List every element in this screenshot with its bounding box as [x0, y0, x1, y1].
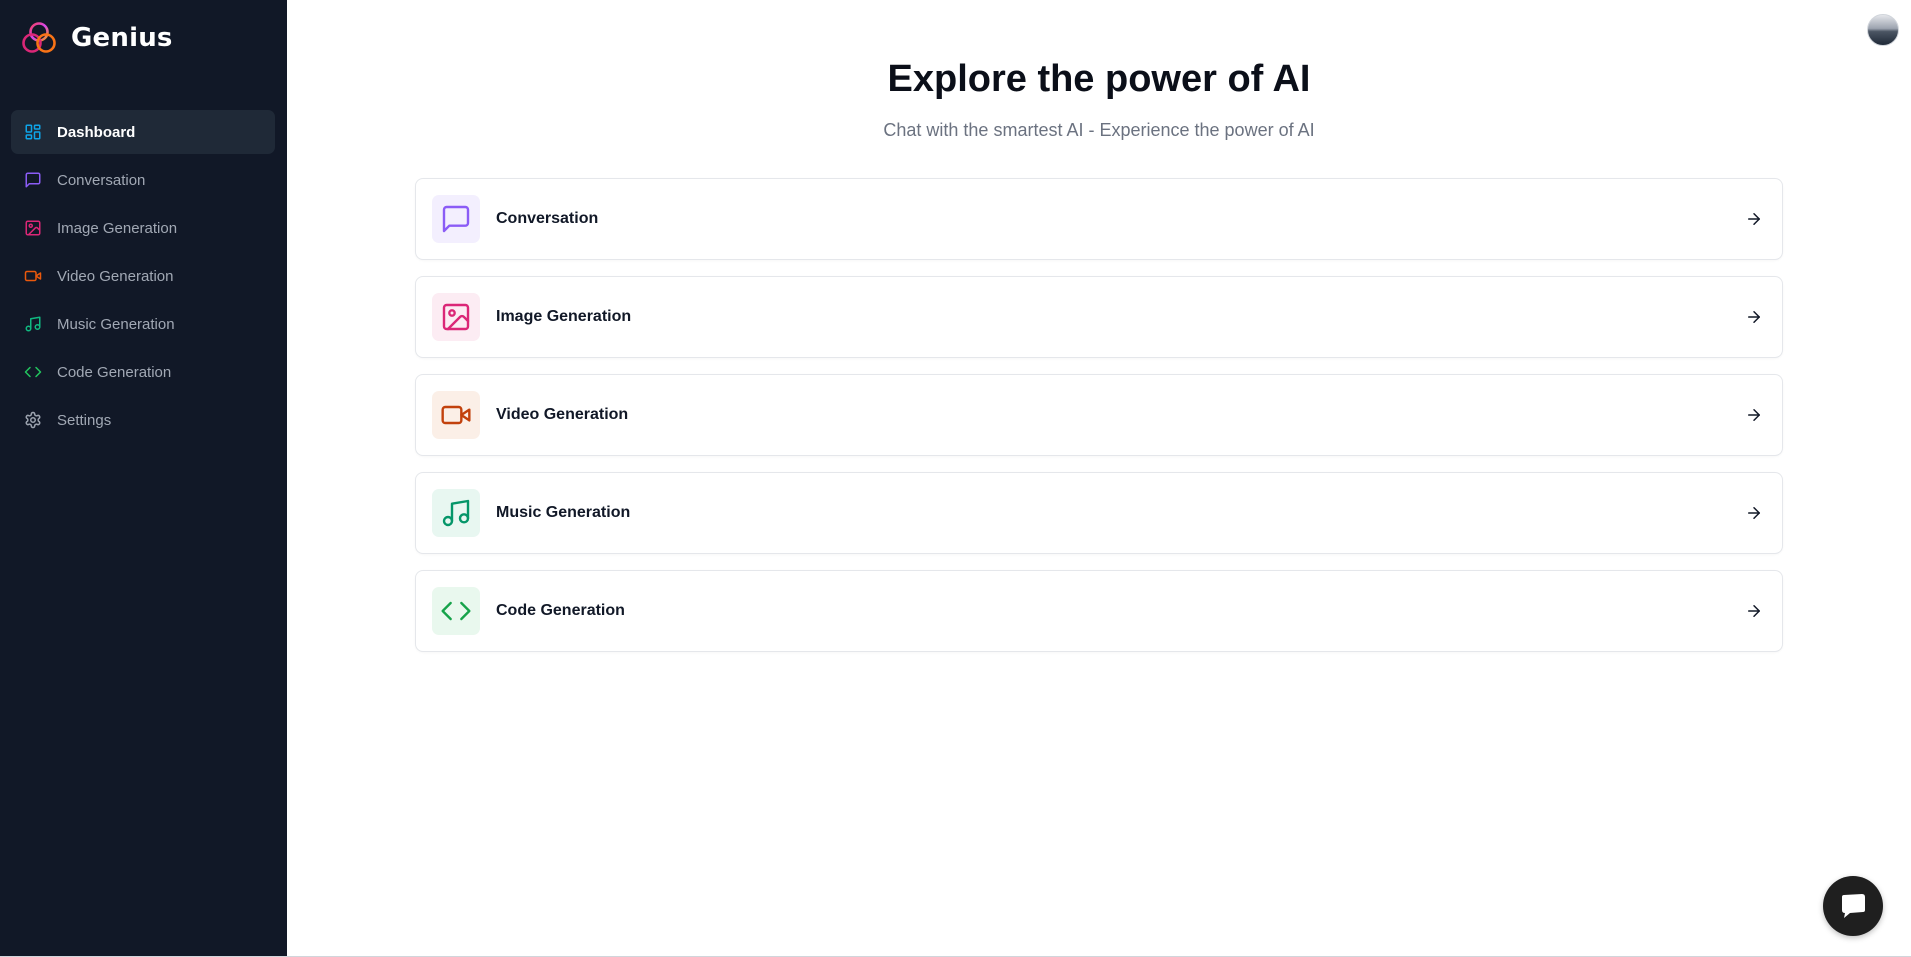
tool-icon-box — [432, 489, 480, 537]
sidebar-item-image-generation[interactable]: Image Generation — [11, 206, 275, 250]
main-content: Explore the power of AI Chat with the sm… — [287, 0, 1911, 957]
tool-card-image-generation[interactable]: Image Generation — [415, 276, 1783, 358]
arrow-right-icon — [1744, 601, 1764, 621]
genius-logo-icon — [22, 22, 56, 53]
sidebar-item-label: Image Generation — [57, 219, 178, 237]
arrow-right-icon — [1744, 307, 1764, 327]
arrow-right-icon — [1744, 503, 1764, 523]
tool-icon-box — [432, 195, 480, 243]
tool-label: Code Generation — [496, 602, 625, 619]
brand-name: Genius — [71, 23, 173, 53]
tool-icon-box — [432, 587, 480, 635]
tool-label: Conversation — [496, 210, 599, 227]
sidebar-item-settings[interactable]: Settings — [11, 398, 275, 442]
tool-label: Music Generation — [496, 504, 631, 521]
image-icon — [442, 303, 470, 331]
chat-bubble-icon — [1842, 894, 1865, 918]
user-avatar[interactable] — [1867, 14, 1899, 46]
layout-dashboard-icon — [23, 122, 43, 142]
sidebar-item-label: Video Generation — [57, 267, 174, 285]
tool-icon-box — [432, 391, 480, 439]
sidebar-item-label: Code Generation — [57, 363, 172, 381]
arrow-right-icon — [1744, 405, 1764, 425]
music-icon — [23, 314, 43, 334]
message-square-icon — [442, 205, 470, 233]
tool-card-conversation[interactable]: Conversation — [415, 178, 1783, 260]
brand[interactable]: Genius — [21, 20, 173, 56]
sidebar-item-dashboard[interactable]: Dashboard — [11, 110, 275, 154]
music-icon — [442, 499, 470, 527]
sidebar-item-conversation[interactable]: Conversation — [11, 158, 275, 202]
sidebar: Genius Dashboard Conversation Image Gene… — [0, 0, 287, 957]
sidebar-item-label: Settings — [57, 411, 112, 429]
tool-label: Video Generation — [496, 406, 629, 423]
image-icon — [23, 218, 43, 238]
video-icon — [23, 266, 43, 286]
code-icon — [23, 362, 43, 382]
sidebar-item-music-generation[interactable]: Music Generation — [11, 302, 275, 346]
code-icon — [441, 601, 471, 621]
tool-label: Image Generation — [496, 308, 632, 325]
message-square-icon — [23, 170, 43, 190]
tool-list: Conversation Image Generation Video Gene… — [415, 178, 1783, 668]
sidebar-nav: Dashboard Conversation Image Generation — [11, 110, 275, 446]
chat-support-button[interactable] — [1823, 876, 1883, 936]
settings-icon — [23, 410, 43, 430]
page-subtitle: Chat with the smartest AI - Experience t… — [883, 120, 1315, 140]
sidebar-item-label: Conversation — [57, 171, 146, 189]
arrow-right-icon — [1744, 209, 1764, 229]
sidebar-item-video-generation[interactable]: Video Generation — [11, 254, 275, 298]
page-title: Explore the power of AI — [887, 58, 1311, 100]
tool-card-code-generation[interactable]: Code Generation — [415, 570, 1783, 652]
sidebar-item-label: Music Generation — [57, 315, 175, 333]
tool-card-video-generation[interactable]: Video Generation — [415, 374, 1783, 456]
sidebar-item-label: Dashboard — [57, 123, 136, 141]
video-icon — [441, 405, 471, 425]
tool-icon-box — [432, 293, 480, 341]
sidebar-item-code-generation[interactable]: Code Generation — [11, 350, 275, 394]
tool-card-music-generation[interactable]: Music Generation — [415, 472, 1783, 554]
